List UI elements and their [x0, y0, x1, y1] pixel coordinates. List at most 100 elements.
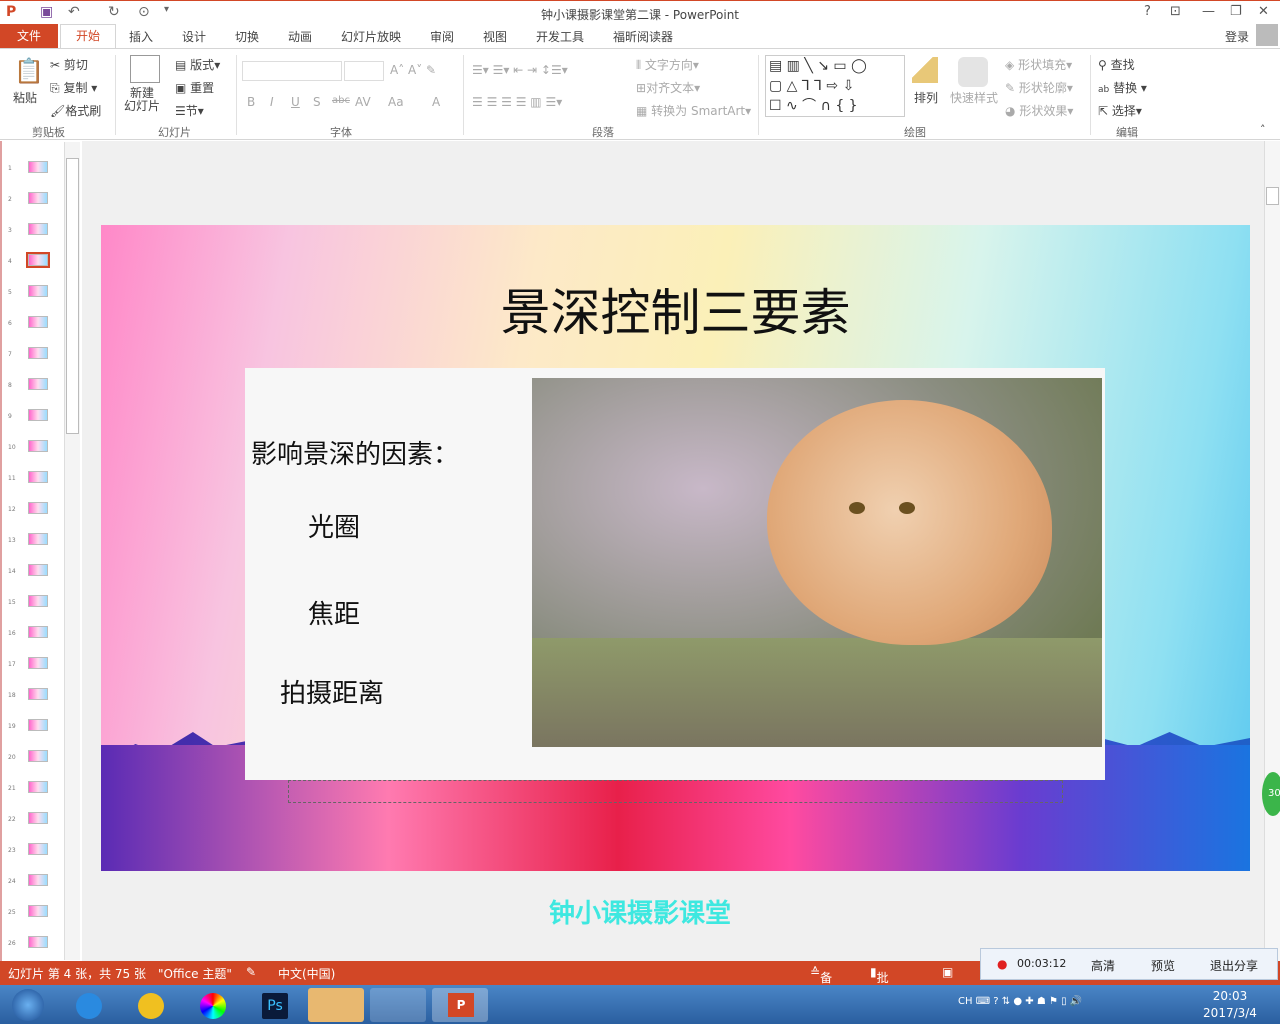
- tab-insert[interactable]: 插入: [129, 28, 153, 45]
- placeholder-box[interactable]: [288, 780, 1063, 803]
- new-slide-button[interactable]: 新建 幻灯片: [124, 87, 160, 113]
- section-button[interactable]: ☰节▾: [175, 102, 204, 119]
- change-case-button[interactable]: Aa: [388, 95, 404, 109]
- slide-thumbnail[interactable]: [28, 409, 48, 421]
- slide-thumbnail[interactable]: [28, 223, 48, 235]
- slide-thumbnail[interactable]: [28, 874, 48, 886]
- vertical-scrollbar[interactable]: [1264, 141, 1280, 961]
- language[interactable]: 中文(中国): [278, 965, 335, 982]
- tab-slideshow[interactable]: 幻灯片放映: [341, 28, 401, 45]
- bold-button[interactable]: B: [247, 95, 255, 109]
- tab-file[interactable]: 文件: [0, 24, 58, 48]
- explorer-task[interactable]: [370, 988, 426, 1022]
- hd-button[interactable]: 高清: [1091, 957, 1115, 974]
- powerpoint-task[interactable]: P: [432, 988, 488, 1022]
- collapse-ribbon-icon[interactable]: ˄: [1260, 123, 1266, 136]
- tab-view[interactable]: 视图: [483, 28, 507, 45]
- tab-design[interactable]: 设计: [182, 28, 206, 45]
- slide-canvas[interactable]: 景深控制三要素 影响景深的因素： 光圈 焦距 拍摄距离: [101, 225, 1250, 871]
- browser-icon[interactable]: [200, 993, 226, 1019]
- grow-font-icon[interactable]: A˄ A˅ ✎: [390, 63, 436, 77]
- slide-thumbnail[interactable]: [28, 843, 48, 855]
- replace-button[interactable]: ab 替换 ▾: [1098, 79, 1147, 96]
- slide-thumbnail[interactable]: [28, 750, 48, 762]
- ribbon-display-icon[interactable]: ⊡: [1170, 4, 1181, 19]
- music-app-icon[interactable]: [138, 993, 164, 1019]
- format-painter-button[interactable]: 🖌格式刷: [50, 102, 101, 119]
- image-viewer-task[interactable]: [308, 988, 364, 1022]
- photoshop-icon[interactable]: Ps: [262, 993, 288, 1019]
- ie-icon[interactable]: [76, 993, 102, 1019]
- scrollbar-thumb[interactable]: [66, 158, 79, 434]
- minimize-button[interactable]: —: [1202, 4, 1215, 19]
- slide-thumbnail[interactable]: [28, 781, 48, 793]
- slide-thumbnail[interactable]: [28, 347, 48, 359]
- exit-share-button[interactable]: 退出分享: [1210, 957, 1258, 974]
- restore-button[interactable]: ❐: [1230, 4, 1242, 19]
- slide-thumbnail[interactable]: [28, 378, 48, 390]
- slide-thumbnail[interactable]: [28, 936, 48, 948]
- font-name-select[interactable]: [242, 61, 342, 81]
- select-button[interactable]: ⇱ 选择▾: [1098, 102, 1142, 119]
- slide-thumbnail[interactable]: [28, 285, 48, 297]
- paste-icon[interactable]: 📋: [14, 57, 44, 85]
- tab-transitions[interactable]: 切换: [235, 28, 259, 45]
- login-link[interactable]: 登录: [1225, 28, 1249, 45]
- slide-thumbnail[interactable]: [28, 657, 48, 669]
- reset-button[interactable]: ▣ 重置: [175, 79, 214, 96]
- avatar[interactable]: [1256, 24, 1278, 46]
- shapes-gallery[interactable]: ▤ ▥ ╲ ↘ ▭ ◯ ▢ △ ⅂ ⅂ ⇨ ⇩ ☐ ∿ ⌒ ∩ { }: [765, 55, 905, 117]
- quick-styles-button[interactable]: 快速样式: [950, 89, 998, 106]
- tab-animations[interactable]: 动画: [288, 28, 312, 45]
- char-spacing-button[interactable]: AV: [355, 95, 371, 109]
- slide-thumbnail[interactable]: [28, 688, 48, 700]
- paste-button[interactable]: 粘贴: [13, 89, 37, 106]
- ime-indicator[interactable]: CH: [958, 996, 973, 1007]
- font-color-button[interactable]: A: [432, 95, 440, 109]
- slide-thumbnail[interactable]: [28, 161, 48, 173]
- close-button[interactable]: ✕: [1258, 4, 1269, 19]
- spellcheck-icon[interactable]: ✎: [246, 965, 256, 979]
- start-button[interactable]: [12, 989, 44, 1021]
- tab-foxit[interactable]: 福昕阅读器: [613, 28, 673, 45]
- layout-button[interactable]: ▤ 版式▾: [175, 56, 220, 73]
- shape-outline-button[interactable]: ✎ 形状轮廓▾: [1005, 79, 1073, 96]
- slide-thumbnail[interactable]: [28, 719, 48, 731]
- slide-title[interactable]: 景深控制三要素: [101, 273, 1250, 345]
- tab-home[interactable]: 开始: [60, 24, 116, 49]
- slide-thumbnail[interactable]: [28, 440, 48, 452]
- cat-photo[interactable]: [532, 378, 1102, 747]
- slide-thumbnail[interactable]: [28, 502, 48, 514]
- slide-thumbnail[interactable]: [28, 316, 48, 328]
- underline-button[interactable]: U: [291, 95, 300, 109]
- shape-effects-button[interactable]: ◕ 形状效果▾: [1005, 102, 1073, 119]
- slide-thumbnail[interactable]: [28, 533, 48, 545]
- notes-button[interactable]: ≙ 备注: [810, 965, 832, 1002]
- slide-thumbnail[interactable]: [28, 564, 48, 576]
- slide-thumbnail[interactable]: [28, 192, 48, 204]
- font-size-select[interactable]: [344, 61, 384, 81]
- bullets-icon[interactable]: ☰▾ ☰▾ ⇤ ⇥ ↕☰▾: [472, 63, 568, 77]
- cut-button[interactable]: ✂ 剪切: [50, 56, 88, 73]
- floating-badge[interactable]: 30: [1262, 772, 1280, 816]
- italic-button[interactable]: I: [270, 95, 274, 109]
- slide-thumbnail[interactable]: [26, 252, 50, 268]
- align-text-button[interactable]: ⊞对齐文本▾: [636, 79, 700, 96]
- strikethrough-button[interactable]: abc: [332, 95, 350, 106]
- preview-button[interactable]: 预览: [1151, 957, 1175, 974]
- slide-thumbnail[interactable]: [28, 471, 48, 483]
- text-direction-button[interactable]: ⫴ 文字方向▾: [636, 56, 699, 73]
- slide-thumbnail[interactable]: [28, 626, 48, 638]
- thumbnails-scrollbar[interactable]: [64, 142, 80, 960]
- normal-view-icon[interactable]: ▣: [942, 965, 953, 979]
- align-icons[interactable]: ☰ ☰ ☰ ☰ ▥ ☰▾: [472, 95, 562, 109]
- arrange-button[interactable]: 排列: [914, 89, 938, 106]
- slide-thumbnail[interactable]: [28, 595, 48, 607]
- comments-button[interactable]: ▮ 批注: [870, 965, 889, 1002]
- slide-thumbnail[interactable]: [28, 812, 48, 824]
- shadow-button[interactable]: S: [313, 95, 321, 109]
- clock[interactable]: 20:03 2017/3/4: [1195, 988, 1265, 1022]
- smartart-button[interactable]: ▦ 转换为 SmartArt▾: [636, 102, 751, 119]
- scrollbar-thumb[interactable]: [1266, 187, 1279, 205]
- tab-review[interactable]: 审阅: [430, 28, 454, 45]
